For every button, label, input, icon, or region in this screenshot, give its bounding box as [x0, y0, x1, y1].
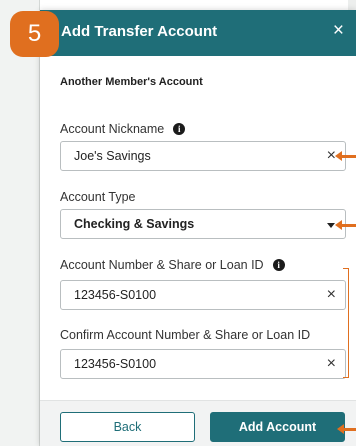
add-transfer-account-modal: Add Transfer Account × Another Member's … [40, 10, 356, 446]
info-icon[interactable]: i [173, 123, 186, 135]
confirm-account-number-input[interactable]: 123456-S0100 × [60, 349, 346, 379]
account-nickname-label-text: Account Nickname [60, 122, 165, 136]
section-title: Another Member's Account [60, 76, 203, 88]
close-icon[interactable]: × [333, 20, 344, 42]
info-icon[interactable]: i [272, 259, 285, 271]
account-number-value: 123456-S0100 [74, 288, 157, 302]
background-page-left [0, 0, 40, 446]
clear-icon[interactable]: × [327, 286, 336, 304]
account-nickname-input[interactable]: Joe's Savings × [60, 141, 346, 171]
annotation-arrow-account-type [335, 220, 356, 230]
confirm-account-number-label: Confirm Account Number & Share or Loan I… [60, 328, 311, 342]
confirm-account-number-value: 123456-S0100 [74, 357, 157, 371]
modal-header: Add Transfer Account × [40, 10, 356, 56]
step-number-badge: 5 [10, 11, 59, 57]
clear-icon[interactable]: × [327, 355, 336, 373]
account-type-label: Account Type [60, 190, 136, 204]
back-button[interactable]: Back [60, 412, 195, 442]
annotation-arrow-add-account [337, 424, 356, 434]
chevron-down-icon [327, 223, 335, 228]
modal-title: Add Transfer Account [61, 23, 218, 40]
screenshot-stage: 5 Add Transfer Account × Another Member'… [0, 0, 356, 446]
annotation-arrow-nickname [335, 151, 356, 161]
annotation-bracket-account-numbers [343, 268, 349, 378]
account-nickname-label: Account Nickname i [60, 122, 186, 136]
account-type-select[interactable]: Checking & Savings [60, 209, 346, 239]
account-number-input[interactable]: 123456-S0100 × [60, 280, 346, 310]
account-number-label-text: Account Number & Share or Loan ID [60, 258, 264, 272]
account-type-value: Checking & Savings [74, 217, 195, 231]
account-nickname-value: Joe's Savings [74, 149, 151, 163]
account-number-label: Account Number & Share or Loan ID i [60, 258, 285, 272]
modal-footer: Back Add Account [40, 400, 356, 446]
add-account-button[interactable]: Add Account [210, 412, 345, 442]
